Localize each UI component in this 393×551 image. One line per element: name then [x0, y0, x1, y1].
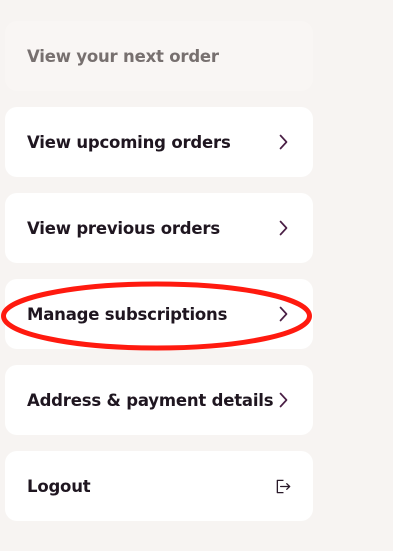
- menu-item-label: View upcoming orders: [27, 132, 231, 152]
- menu-item-label: Logout: [27, 476, 91, 496]
- menu-item-next-order: View your next order: [5, 21, 313, 91]
- menu-item-logout[interactable]: Logout: [5, 451, 313, 521]
- menu-item-address-payment[interactable]: Address & payment details: [5, 365, 313, 435]
- menu-item-previous-orders[interactable]: View previous orders: [5, 193, 313, 263]
- menu-item-label: View previous orders: [27, 218, 220, 238]
- chevron-right-icon: [275, 133, 291, 151]
- menu-item-label: Address & payment details: [27, 390, 274, 410]
- highlight-annotation: [1, 281, 312, 351]
- chevron-right-icon: [275, 219, 291, 237]
- menu-item-upcoming-orders[interactable]: View upcoming orders: [5, 107, 313, 177]
- menu-item-label: View your next order: [27, 46, 219, 66]
- logout-icon: [275, 477, 291, 495]
- chevron-right-icon: [275, 391, 291, 409]
